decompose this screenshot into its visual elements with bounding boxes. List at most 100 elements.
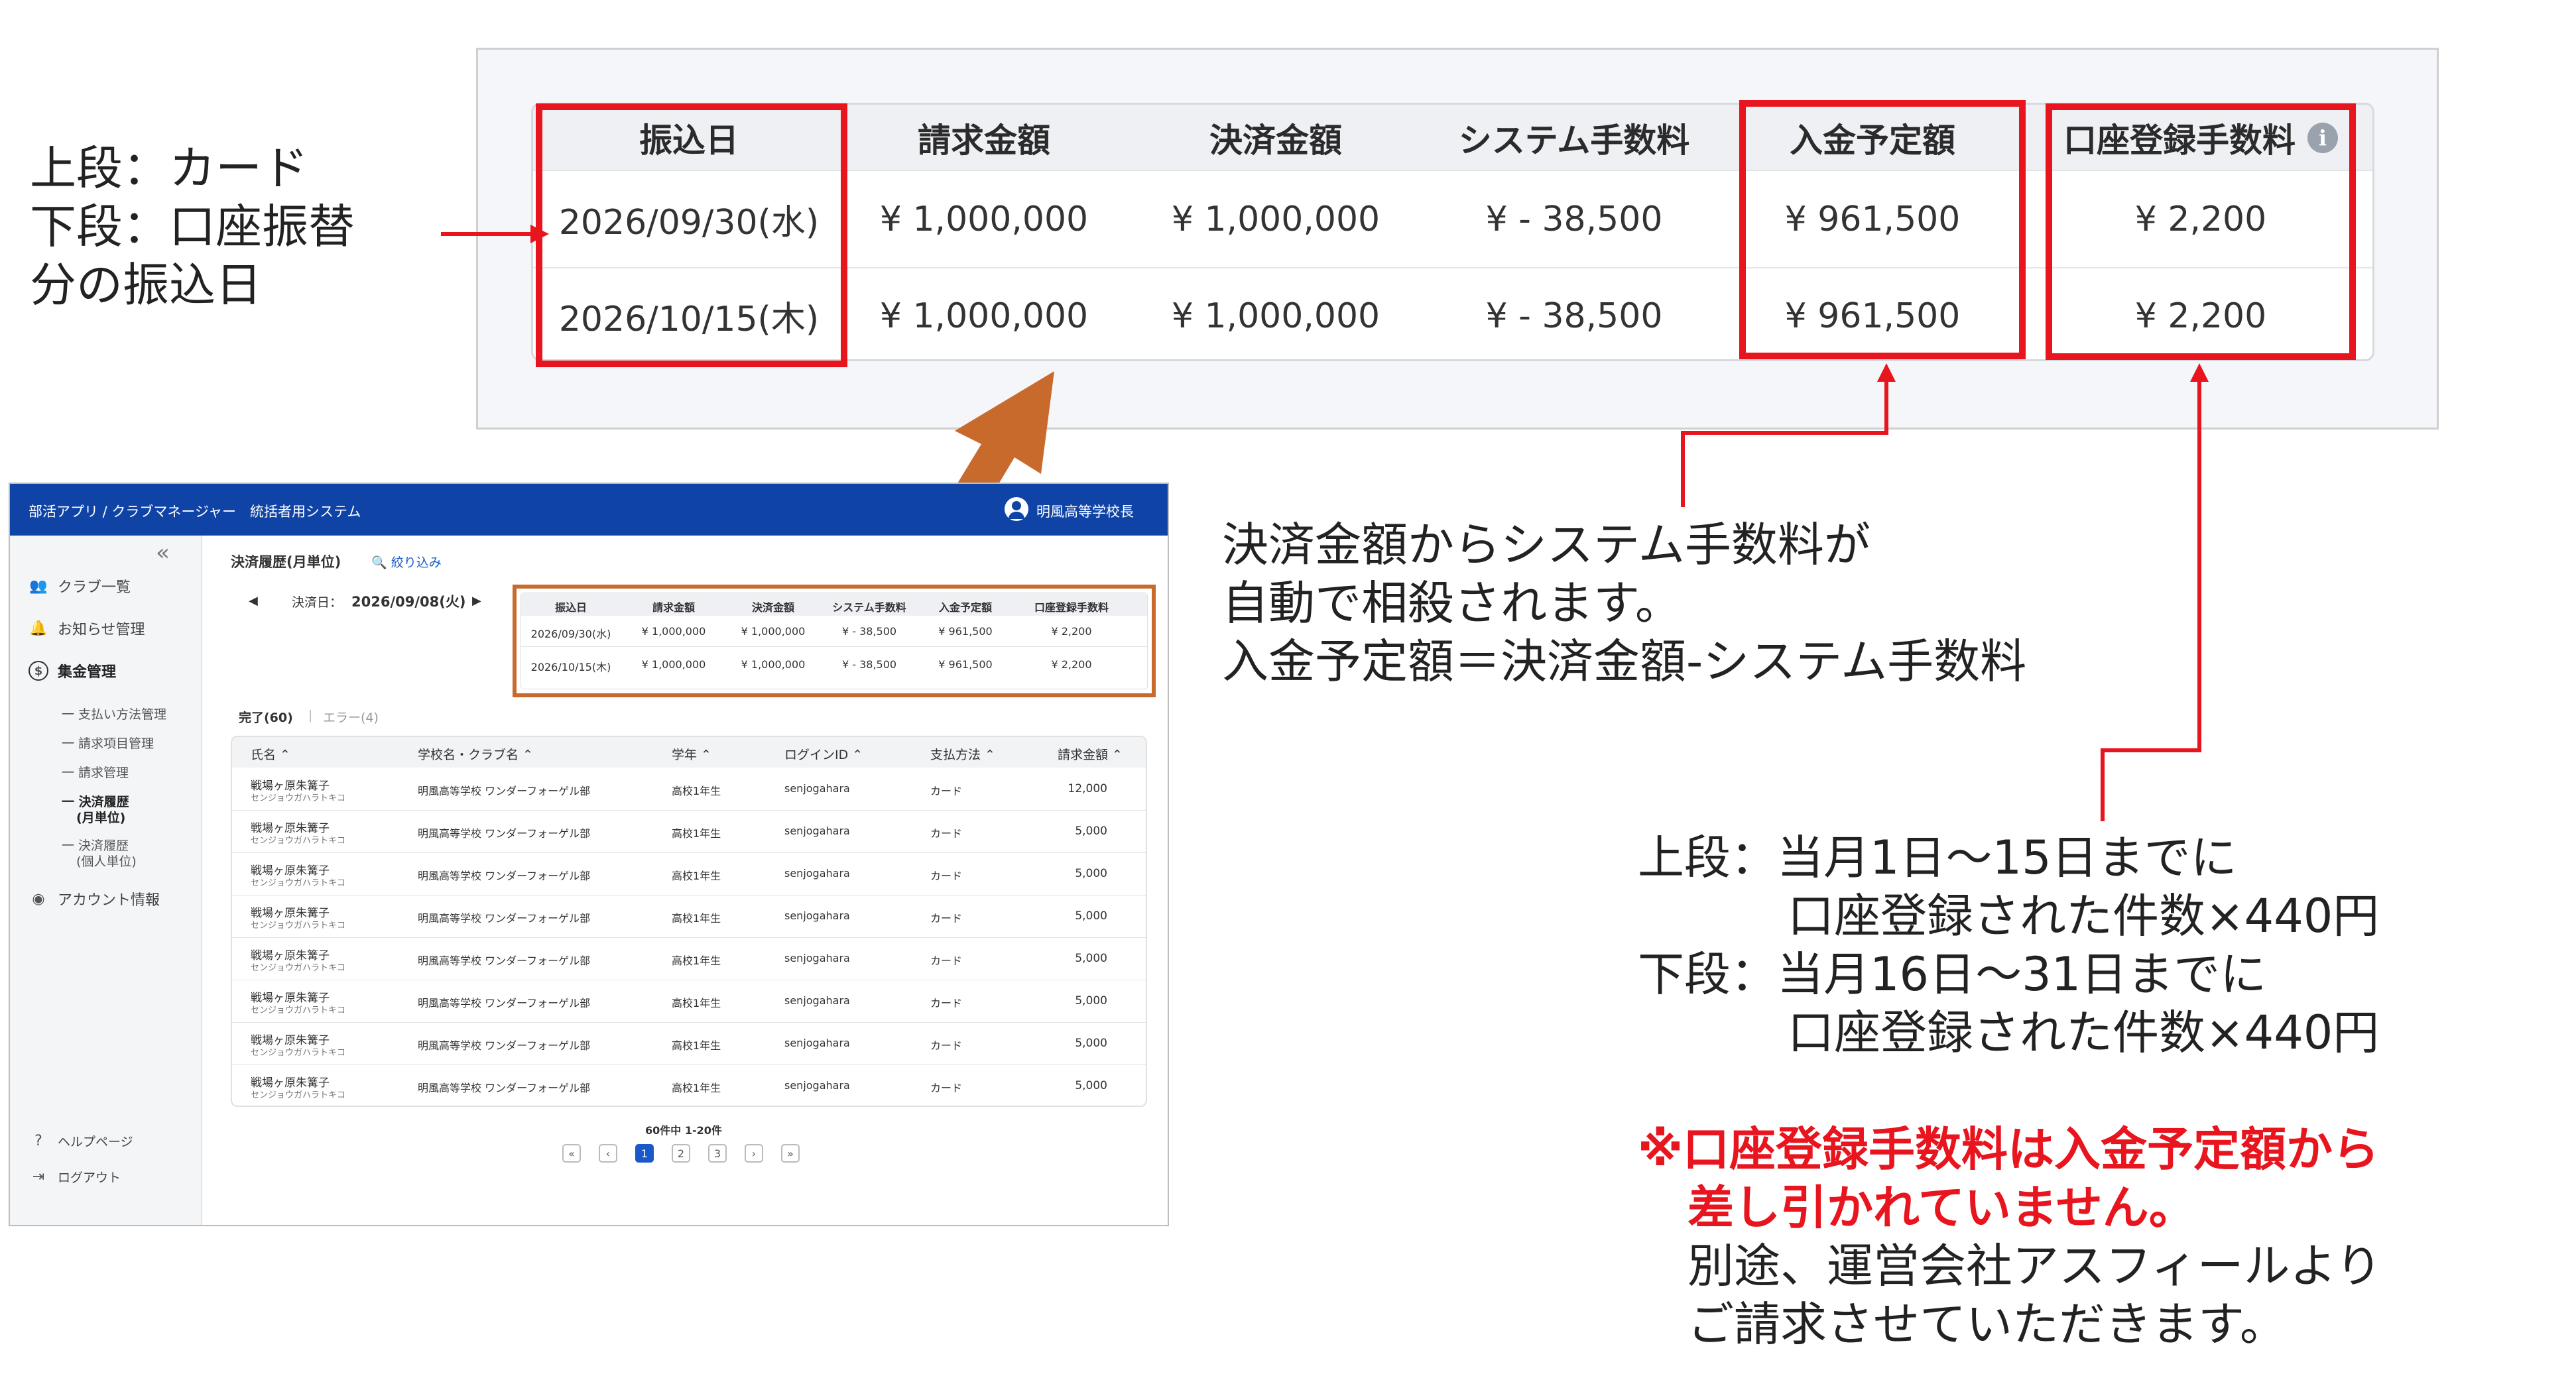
connector-middle <box>1884 381 1888 435</box>
people-icon: 👥 <box>29 577 48 595</box>
cell-kana: センジョウガハラトキコ <box>251 1006 346 1015</box>
table-row[interactable]: 戦場ヶ原朱篝子 センジョウガハラトキコ 明風高等学校 ワンダーフォーゲル部 高校1年生… <box>232 1064 1146 1106</box>
sidebar-sub-history-person[interactable]: 一 決済履歴 <box>62 838 129 854</box>
note-right-line: 口座登録された件数×440円 <box>1788 1006 2380 1060</box>
collapse-sidebar-icon[interactable]: « <box>156 540 170 566</box>
mini-summary-header: 入金予定額 <box>938 601 993 614</box>
table-row[interactable]: 戦場ヶ原朱篝子 センジョウガハラトキコ 明風高等学校 ワンダーフォーゲル部 高校1年生… <box>232 895 1146 937</box>
history-table: 氏名 ⌃ 学校名・クラブ名 ⌃ 学年 ⌃ ログインID ⌃ 支払方法 ⌃ 請求金… <box>231 736 1147 1107</box>
page-last-button[interactable]: » <box>781 1144 800 1163</box>
mini-summary-cell: 2026/10/15(木) <box>530 661 611 673</box>
sidebar-item-label: お知らせ管理 <box>58 622 145 638</box>
logout-icon: ⇥ <box>32 1168 45 1185</box>
note-middle-line: 決済金額からシステム手数料が <box>1222 518 1871 572</box>
mini-summary-cell: ¥ 1,000,000 <box>641 625 706 638</box>
sidebar-item-label: 集金管理 <box>58 664 117 681</box>
cell-id: senjogahara <box>784 909 850 922</box>
cell-method: カード <box>930 954 963 967</box>
cell-method: カード <box>930 785 963 797</box>
account-icon: ◉ <box>32 890 45 907</box>
mini-summary-header: 請求金額 <box>652 601 696 614</box>
note-middle-line: 自動で相殺されます。 <box>1222 576 1682 630</box>
arrow-head-left <box>530 225 549 243</box>
sidebar-sub-payment-methods[interactable]: 一 支払い方法管理 <box>62 707 166 722</box>
sidebar-item-account[interactable]: ◉ アカウント情報 <box>29 888 160 909</box>
mini-summary-cell: ¥ 2,200 <box>1051 658 1092 671</box>
note-warning: ※口座登録手数料は入金予定額から 差し引かれていません。 <box>1638 1120 2379 1237</box>
column-header-amount[interactable]: 請求金額 ⌃ <box>1058 745 1123 763</box>
zoom-header-system-fee: システム手数料 <box>1458 121 1690 160</box>
pagination-summary: 60件中 1-20件 <box>645 1124 722 1137</box>
help-icon: ? <box>34 1132 42 1149</box>
tab-separator: | <box>308 708 313 722</box>
page-title: 決済履歴(月単位) <box>231 554 341 570</box>
date-label: 決済日： <box>292 595 343 610</box>
table-row[interactable]: 戦場ヶ原朱篝子 センジョウガハラトキコ 明風高等学校 ワンダーフォーゲル部 高校1年生… <box>232 810 1146 852</box>
page-next-button[interactable]: › <box>745 1144 763 1163</box>
table-row[interactable]: 戦場ヶ原朱篝子 センジョウガハラトキコ 明風高等学校 ワンダーフォーゲル部 高校1年生… <box>232 937 1146 980</box>
mini-summary-cell: 2026/09/30(水) <box>530 628 611 640</box>
cell-grade: 高校1年生 <box>672 785 721 797</box>
note-middle-line: 入金予定額＝決済金額-システム手数料 <box>1222 634 2027 689</box>
highlight-expected-deposit <box>1739 100 2026 359</box>
sidebar-sub-history-person-suffix: (個人単位) <box>76 854 137 869</box>
cell-grade: 高校1年生 <box>672 954 721 967</box>
table-row[interactable]: 戦場ヶ原朱篝子 センジョウガハラトキコ 明風高等学校 ワンダーフォーゲル部 高校1年生… <box>232 852 1146 895</box>
tab-error[interactable]: エラー(4) <box>323 708 379 726</box>
cell-amount: 5,000 <box>1075 1037 1107 1050</box>
tab-done[interactable]: 完了(60) <box>239 708 293 726</box>
cell-id: senjogahara <box>784 867 850 880</box>
connector-right <box>2197 381 2201 752</box>
next-date-icon[interactable]: ▶ <box>472 594 481 608</box>
sidebar-item-clubs[interactable]: 👥 クラブ一覧 <box>29 575 131 597</box>
page-3-button[interactable]: 3 <box>708 1144 727 1163</box>
note-right: 上段：当月1日〜15日までに 口座登録された件数×440円 下段：当月16日〜3… <box>1638 829 2379 1062</box>
column-header-grade[interactable]: 学年 ⌃ <box>672 745 711 763</box>
sidebar-item-label: クラブ一覧 <box>58 579 131 596</box>
prev-date-icon[interactable]: ◀ <box>249 594 258 608</box>
cell-method: カード <box>930 827 963 840</box>
app-screenshot: 部活アプリ / クラブマネージャー 統括者用システム 明風高等学校長 « 👥 ク… <box>9 483 1169 1226</box>
table-row[interactable]: 戦場ヶ原朱篝子 センジョウガハラトキコ 明風高等学校 ワンダーフォーゲル部 高校1年生… <box>232 1022 1146 1064</box>
user-avatar-icon[interactable] <box>1005 497 1028 521</box>
column-header-method[interactable]: 支払方法 ⌃ <box>930 745 995 763</box>
mini-summary-header: 決済金額 <box>751 601 795 614</box>
page-first-button[interactable]: « <box>562 1144 581 1163</box>
cell-amount: 5,000 <box>1075 952 1107 965</box>
mini-summary-header: 振込日 <box>554 601 587 614</box>
column-header-login-id[interactable]: ログインID ⌃ <box>784 745 863 763</box>
mini-summary-cell: ¥ - 38,500 <box>841 658 897 671</box>
sidebar-sub-billing-items[interactable]: 一 請求項目管理 <box>62 736 154 752</box>
cell-club: 明風高等学校 ワンダーフォーゲル部 <box>418 997 591 1009</box>
note-warning-line: ※口座登録手数料は入金予定額から <box>1638 1122 2380 1177</box>
mini-summary-cell: ¥ 1,000,000 <box>641 658 706 671</box>
connector-middle <box>1681 431 1685 507</box>
sidebar-sub-billing[interactable]: 一 請求管理 <box>62 765 129 781</box>
filter-button[interactable]: 🔍 絞り込み <box>371 553 442 571</box>
page-prev-button[interactable]: ‹ <box>599 1144 617 1163</box>
table-row[interactable]: 戦場ヶ原朱篝子 センジョウガハラトキコ 明風高等学校 ワンダーフォーゲル部 高校1年生… <box>232 768 1146 810</box>
note-left-line: 分の振込日 <box>30 258 262 312</box>
sidebar-sub-history-month[interactable]: 一 決済履歴 <box>62 794 129 810</box>
cell-amount: 5,000 <box>1075 994 1107 1007</box>
cell-grade: 高校1年生 <box>672 1082 721 1094</box>
user-name[interactable]: 明風高等学校長 <box>1036 501 1134 521</box>
cell-club: 明風高等学校 ワンダーフォーゲル部 <box>418 1082 591 1094</box>
sidebar-item-logout[interactable]: ⇥ ログアウト <box>29 1167 121 1186</box>
mini-summary-cell: ¥ 1,000,000 <box>741 658 806 671</box>
sidebar-item-notices[interactable]: 🔔 お知らせ管理 <box>29 618 145 639</box>
column-header-club[interactable]: 学校名・クラブ名 ⌃ <box>418 745 533 763</box>
zoom-cell: ¥ 1,000,000 <box>879 199 1089 239</box>
sidebar-item-collection[interactable]: $ 集金管理 <box>29 660 116 681</box>
cell-amount: 5,000 <box>1075 867 1107 880</box>
sidebar-item-help[interactable]: ? ヘルプページ <box>29 1131 133 1151</box>
table-row[interactable]: 戦場ヶ原朱篝子 センジョウガハラトキコ 明風高等学校 ワンダーフォーゲル部 高校1年生… <box>232 980 1146 1022</box>
mini-summary-cell: ¥ 1,000,000 <box>741 625 806 638</box>
cell-club: 明風高等学校 ワンダーフォーゲル部 <box>418 870 591 882</box>
cell-kana: センジョウガハラトキコ <box>251 836 346 846</box>
page-2-button[interactable]: 2 <box>672 1144 690 1163</box>
page-1-button[interactable]: 1 <box>635 1144 654 1163</box>
column-header-name[interactable]: 氏名 ⌃ <box>251 745 290 763</box>
cell-method: カード <box>930 1082 963 1094</box>
mini-summary-highlight: 振込日 請求金額 決済金額 システム手数料 入金予定額 口座登録手数料 2026… <box>513 585 1156 697</box>
